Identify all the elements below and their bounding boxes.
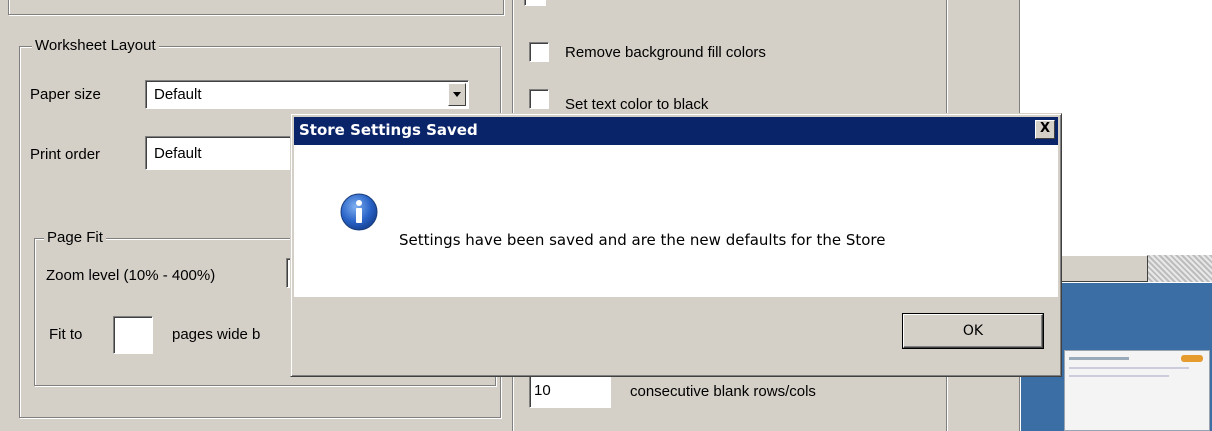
dialog-body: Settings have been saved and are the new… <box>294 145 1058 297</box>
blank-rows-input[interactable]: 10 <box>529 374 611 408</box>
zoom-level-label: Zoom level (10% - 400%) <box>46 267 216 284</box>
page-fit-legend: Page Fit <box>44 229 106 247</box>
information-icon <box>340 193 378 231</box>
set-text-black-label: Set text color to black <box>565 96 709 113</box>
remove-background-checkbox[interactable] <box>529 42 549 62</box>
set-text-black-checkbox[interactable] <box>529 89 549 109</box>
hatched-strip <box>1148 255 1212 282</box>
paper-size-label: Paper size <box>30 86 101 103</box>
print-order-value: Default <box>154 145 202 162</box>
remove-background-label: Remove background fill colors <box>565 44 766 61</box>
fit-to-label: Fit to <box>49 326 83 343</box>
ok-button-label: OK <box>962 323 984 339</box>
worksheet-layout-legend: Worksheet Layout <box>32 37 159 55</box>
dialog-title: Store Settings Saved <box>299 121 478 139</box>
top-groupbox-edge <box>8 0 504 15</box>
blank-rows-label: consecutive blank rows/cols <box>630 383 816 400</box>
paper-size-value: Default <box>154 86 202 103</box>
dialog-titlebar: Store Settings Saved X <box>294 117 1058 145</box>
preview-thumbnail[interactable] <box>1064 350 1210 431</box>
middle-top-strip <box>524 0 546 6</box>
blank-rows-value: 10 <box>534 382 551 399</box>
right-button[interactable] <box>1058 255 1148 282</box>
store-settings-dialog: Store Settings Saved X Settings have bee… <box>290 113 1062 377</box>
close-icon[interactable]: X <box>1035 120 1055 139</box>
paper-size-select[interactable]: Default <box>145 80 469 109</box>
chevron-down-icon[interactable] <box>448 83 466 106</box>
print-order-label: Print order <box>30 146 101 163</box>
fit-to-pages-wide-input[interactable] <box>113 316 153 354</box>
ok-button[interactable]: OK <box>903 314 1043 348</box>
dialog-message: Settings have been saved and are the new… <box>399 231 886 249</box>
pages-wide-label: pages wide b <box>172 326 261 343</box>
